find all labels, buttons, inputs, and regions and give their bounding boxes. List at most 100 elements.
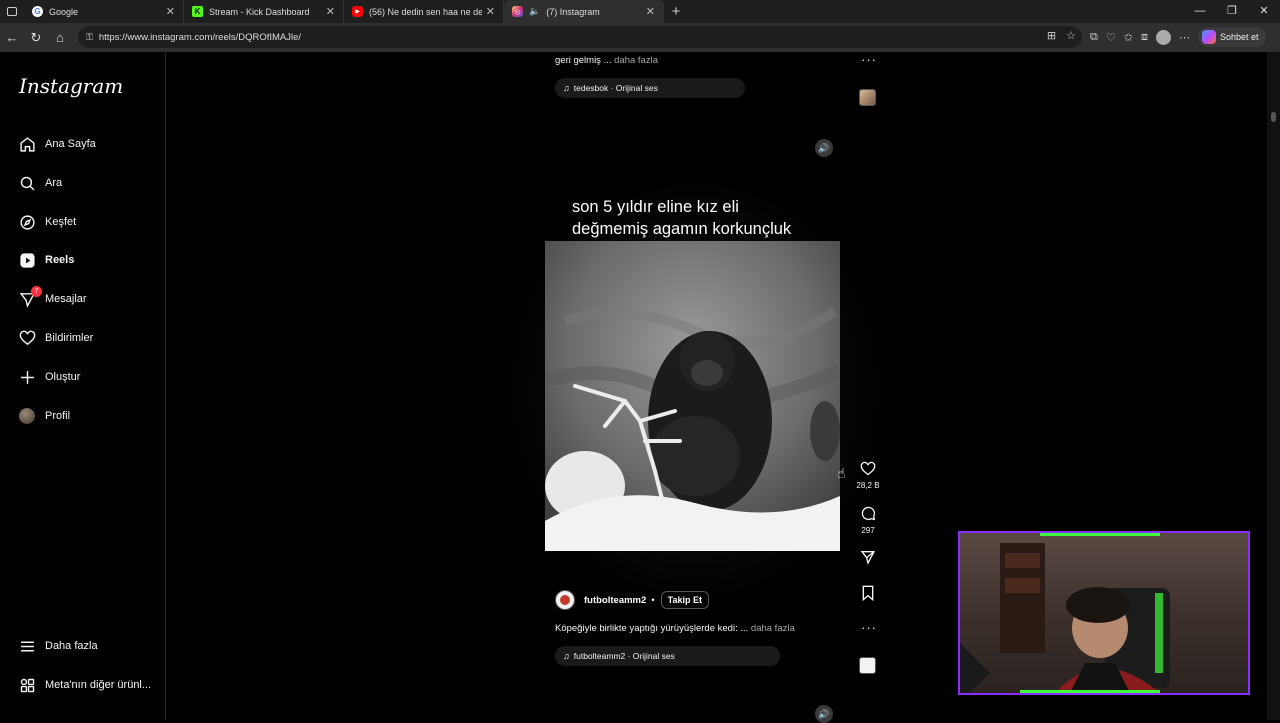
webcam-feed [960, 543, 1170, 693]
google-favicon-icon: G [32, 6, 43, 17]
close-tab-icon[interactable]: ✕ [486, 5, 495, 18]
tab-actions-icon[interactable] [0, 0, 24, 23]
sidebar-item-create[interactable]: Oluştur [18, 365, 80, 389]
share-icon [860, 549, 876, 567]
close-tab-icon[interactable]: ✕ [166, 5, 175, 18]
separator-dot: • [651, 594, 655, 606]
prev-reel-audio-thumbnail[interactable] [859, 89, 876, 106]
author-username[interactable]: futbolteamm2 [584, 595, 646, 606]
reel-audio-pill[interactable]: ♫ futbolteamm2 · Orijinal ses [555, 646, 780, 666]
tab-instagram[interactable]: ◎ 🔈 (7) Instagram ✕ [504, 0, 664, 23]
reel-video[interactable] [545, 241, 840, 551]
browser-address-bar: ← ↻ ⌂ ⚿ https://www.instagram.com/reels/… [0, 23, 1280, 52]
webcam-overlay [958, 531, 1250, 695]
more-link[interactable]: daha fazla [614, 55, 658, 66]
restore-icon[interactable]: ❐ [1216, 0, 1248, 23]
share-button[interactable] [852, 549, 884, 567]
extensions-icon[interactable]: ⧉ [1090, 31, 1098, 44]
reel-caption: Köpeğiyle birlikte yaptığı yürüyüşlerde … [555, 623, 795, 634]
instagram-logo[interactable]: Instagram [19, 74, 123, 98]
site-info-icon[interactable]: ⚿ [86, 32, 93, 43]
heart-icon [860, 461, 876, 478]
plus-icon [18, 368, 36, 386]
tab-title: (56) Ne dedin sen haa ne dedin s [369, 6, 482, 17]
comment-count: 297 [861, 526, 875, 535]
close-tab-icon[interactable]: ✕ [646, 5, 655, 18]
browser-essentials-icon[interactable]: ♡ [1106, 31, 1116, 44]
audio-label: futbolteamm2 · Orijinal ses [573, 651, 675, 661]
sidebar-item-more[interactable]: Daha fazla [18, 634, 98, 658]
back-icon[interactable]: ← [0, 30, 24, 45]
sidebar-item-label: Meta'nın diğer ürünl... [45, 679, 152, 691]
comment-icon [860, 505, 876, 523]
save-button[interactable] [852, 585, 884, 603]
meta-apps-icon [18, 676, 36, 694]
speaker-icon[interactable]: 🔈 [529, 6, 540, 17]
more-link[interactable]: daha fazla [751, 623, 795, 634]
sidebar-item-meta-apps[interactable]: Meta'nın diğer ürünl... [18, 673, 151, 697]
split-screen-icon[interactable]: ⊞ [1047, 29, 1056, 42]
sidebar-item-profile[interactable]: Profil [18, 404, 70, 428]
sidebar-item-reels[interactable]: Reels [18, 248, 74, 272]
sidebar-item-home[interactable]: Ana Sayfa [18, 132, 96, 156]
page-scrollbar[interactable] [1267, 52, 1280, 720]
webcam-frame-accent [1020, 690, 1160, 693]
sidebar-item-label: Daha fazla [45, 640, 98, 652]
close-window-icon[interactable]: ✕ [1248, 0, 1280, 23]
profile-avatar-icon[interactable] [1155, 29, 1171, 45]
comment-button[interactable]: 297 [852, 505, 884, 535]
new-tab-button[interactable]: + [664, 3, 688, 20]
sidebar-item-label: Profil [45, 410, 71, 422]
prev-reel-more-options-icon[interactable]: ··· [861, 52, 877, 67]
tab-google[interactable]: G Google ✕ [24, 0, 184, 23]
like-button[interactable]: 28,2 B [852, 461, 884, 490]
more-options-icon[interactable]: ⋯ [1179, 31, 1190, 44]
home-icon[interactable]: ⌂ [48, 30, 72, 45]
copilot-icon [1201, 30, 1216, 44]
close-tab-icon[interactable]: ✕ [326, 5, 335, 18]
more-options-icon[interactable]: ··· [861, 620, 877, 635]
sidebar-item-label: Keşfet [45, 216, 77, 228]
scrollbar-thumb[interactable] [1271, 112, 1276, 122]
tab-title: Google [49, 6, 79, 17]
author-avatar[interactable] [555, 590, 575, 610]
music-note-icon: ♫ [563, 651, 570, 661]
messenger-icon: 7 [18, 286, 42, 308]
sidebar-item-messages[interactable]: 7 Mesajlar [18, 286, 87, 311]
tab-title: Stream - Kick Dashboard [209, 6, 310, 17]
sidebar-item-label: Ana Sayfa [45, 138, 96, 150]
tab-title: (7) Instagram [546, 6, 600, 17]
like-count: 28,2 B [856, 481, 880, 490]
sidebar-item-explore[interactable]: Keşfet [18, 210, 76, 234]
mouse-cursor-icon: ☝ [837, 465, 846, 481]
prev-reel-audio-pill[interactable]: ♫ tedesbok · Orijinal ses [555, 78, 745, 98]
browser-toolbar: ⧉ ♡ ✩ ⧈ ⋯ Sohbet et [1090, 27, 1267, 47]
minimize-icon[interactable]: — [1184, 0, 1216, 23]
sidebar-item-label: Oluştur [45, 371, 81, 383]
volume-icon[interactable]: 🔊 [815, 139, 833, 157]
music-note-icon: ♫ [563, 83, 570, 93]
instagram-favicon-icon: ◎ [512, 6, 523, 17]
tab-kick-dashboard[interactable]: K Stream - Kick Dashboard ✕ [184, 0, 344, 23]
favorite-star-icon[interactable]: ☆ [1066, 29, 1076, 42]
instagram-sidebar: Instagram Ana Sayfa Ara Keşfet Reels 7 M… [2, 52, 166, 720]
youtube-favicon-icon: ▶ [352, 6, 363, 17]
sidebar-item-label: Ara [45, 177, 63, 189]
sidebar-item-notifications[interactable]: Bildirimler [18, 326, 93, 350]
copilot-button[interactable]: Sohbet et [1197, 27, 1267, 47]
tab-youtube[interactable]: ▶ (56) Ne dedin sen haa ne dedin s ✕ [344, 0, 504, 23]
caption-text: geri gelmiş ... [555, 55, 612, 66]
audio-thumbnail[interactable] [859, 657, 876, 674]
follow-button[interactable]: Takip Et [660, 591, 709, 609]
collections-icon[interactable]: ⧈ [1141, 31, 1148, 44]
reload-icon[interactable]: ↻ [24, 30, 48, 46]
sidebar-item-label: Bildirimler [45, 332, 94, 344]
sidebar-item-search[interactable]: Ara [18, 171, 62, 195]
kick-favicon-icon: K [192, 6, 203, 17]
prev-reel-caption: geri gelmiş ... daha fazla [555, 55, 658, 66]
url-input[interactable]: ⚿ https://www.instagram.com/reels/DQROfI… [78, 26, 1082, 48]
next-reel-volume-icon[interactable]: 🔊 [815, 705, 833, 723]
overlay-line-1: son 5 yıldır eline kız eli [572, 198, 739, 216]
favorites-icon[interactable]: ✩ [1124, 31, 1133, 44]
compass-icon [18, 213, 36, 231]
